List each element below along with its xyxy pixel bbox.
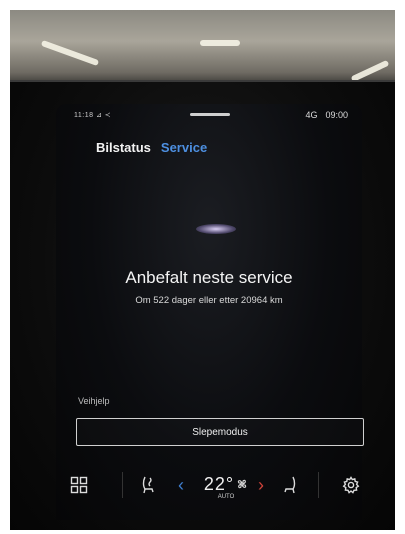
status-right: 4G 09:00 [305,110,348,120]
tab-bilstatus[interactable]: Bilstatus [96,140,151,155]
tab-bar: Bilstatus Service [96,140,207,155]
divider [318,472,319,498]
home-grid-icon[interactable] [68,474,90,496]
climate-bar: ‹ 22° AUTO › [56,466,362,510]
ceiling-light [350,59,390,83]
clock: 09:00 [325,110,348,120]
tow-mode-button[interactable]: Slepemodus [76,418,364,446]
tab-service[interactable]: Service [161,140,207,155]
top-pull-handle[interactable] [190,113,230,116]
network-indicator: 4G [305,110,318,120]
service-title: Anbefalt neste service [125,268,293,287]
climate-mode: AUTO [217,493,235,500]
light-reflection [196,224,236,234]
tow-mode-label: Slepemodus [192,426,248,438]
infotainment-screen: 11:18 ⊿ ≺ 4G 09:00 Bilstatus Service Anb… [56,104,364,520]
roadside-label: Veihjelp [78,396,110,406]
temp-decrease-chevron-icon[interactable]: ‹ [172,474,190,496]
status-left: 11:18 ⊿ ≺ [74,112,112,119]
heated-seat-left-icon[interactable] [138,474,160,496]
temp-row: 22° [204,475,248,493]
temp-increase-chevron-icon[interactable]: › [252,474,270,496]
divider [122,472,123,498]
status-bar: 11:18 ⊿ ≺ 4G 09:00 [56,104,362,126]
ceiling-light [200,40,240,46]
temperature-control[interactable]: 22° AUTO [196,470,256,504]
gear-icon[interactable] [340,474,362,496]
fan-icon [237,479,247,488]
heated-seat-right-icon[interactable] [278,474,300,496]
temperature-value: 22° [203,473,235,494]
service-subtitle: Om 522 dager eller etter 20964 km [135,295,283,306]
ceiling-light [40,39,100,67]
